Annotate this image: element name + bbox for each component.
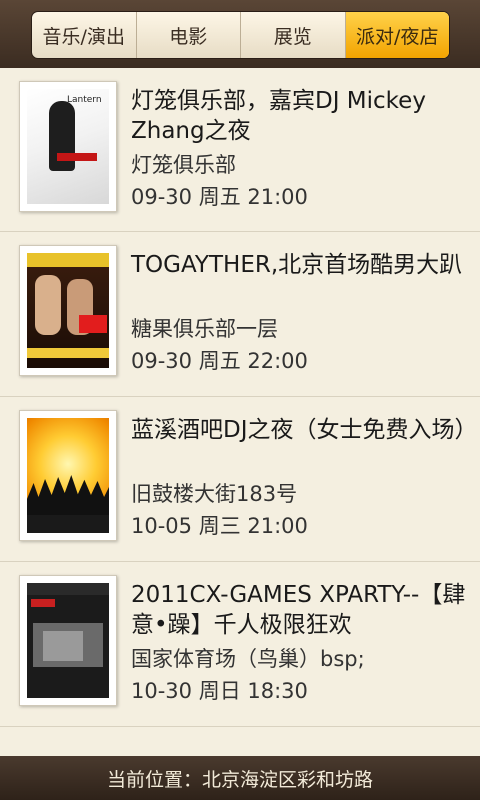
- tab-exhibitions[interactable]: 展览: [241, 12, 346, 58]
- tab-party-nightclub[interactable]: 派对/夜店: [345, 12, 449, 58]
- event-time: 10-05 周三 21:00: [131, 514, 308, 538]
- category-tabs: 音乐/演出 电影 展览 派对/夜店: [31, 11, 450, 59]
- tab-movies[interactable]: 电影: [137, 12, 241, 58]
- list-item[interactable]: Lantern 灯笼俱乐部，嘉宾DJ Mickey Zhang之夜 灯笼俱乐部 …: [0, 68, 480, 232]
- location-bar: 当前位置：北京海淀区彩和坊路: [0, 756, 480, 800]
- event-poster: [19, 410, 117, 541]
- event-venue: 灯笼俱乐部: [131, 153, 236, 177]
- event-poster: [19, 575, 117, 706]
- list-item[interactable]: 蓝溪酒吧DJ之夜（女士免费入场） 旧鼓楼大街183号 10-05 周三 21:0…: [0, 397, 480, 562]
- current-location-text: 当前位置：北京海淀区彩和坊路: [106, 768, 373, 791]
- event-poster: [19, 245, 117, 376]
- event-title: 2011CX-GAMES XPARTY--【肆意•躁】千人极限狂欢: [131, 582, 466, 638]
- list-item[interactable]: TOGAYTHER,北京首场酷男大趴 糖果俱乐部一层 09-30 周五 22:0…: [0, 232, 480, 397]
- top-header: 音乐/演出 电影 展览 派对/夜店: [0, 0, 480, 68]
- event-time: 09-30 周五 21:00: [131, 185, 308, 209]
- list-item[interactable]: 2011CX-GAMES XPARTY--【肆意•躁】千人极限狂欢 国家体育场（…: [0, 562, 480, 727]
- event-venue: 糖果俱乐部一层: [131, 317, 278, 341]
- event-venue: 旧鼓楼大街183号: [131, 482, 298, 506]
- event-time: 09-30 周五 22:00: [131, 349, 308, 373]
- event-venue: 国家体育场（鸟巢）bsp;: [131, 647, 365, 671]
- tab-music[interactable]: 音乐/演出: [32, 12, 137, 58]
- event-poster: Lantern: [19, 81, 117, 212]
- event-title: 灯笼俱乐部，嘉宾DJ Mickey Zhang之夜: [131, 88, 426, 144]
- event-list: Lantern 灯笼俱乐部，嘉宾DJ Mickey Zhang之夜 灯笼俱乐部 …: [0, 68, 480, 756]
- event-time: 10-30 周日 18:30: [131, 679, 308, 703]
- event-title: TOGAYTHER,北京首场酷男大趴: [131, 252, 463, 278]
- event-title: 蓝溪酒吧DJ之夜（女士免费入场）: [131, 417, 478, 443]
